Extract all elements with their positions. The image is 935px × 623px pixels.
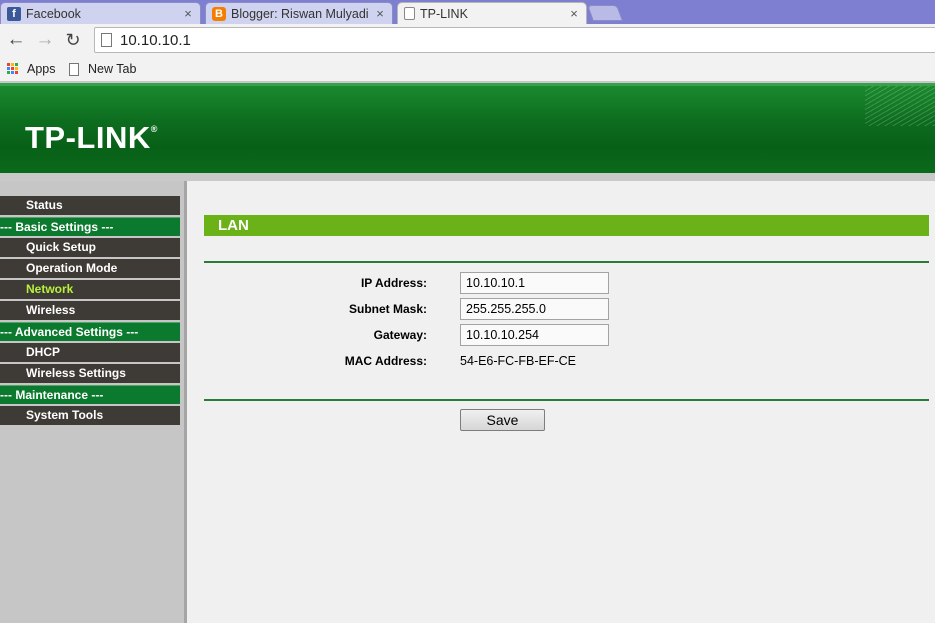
main-content: LAN IP Address: Subnet Mask: Gateway: MA…	[187, 181, 935, 623]
sidebar-item-system-tools[interactable]: System Tools	[0, 406, 180, 425]
facebook-icon: f	[7, 6, 21, 21]
forward-arrow-icon[interactable]: →	[34, 29, 56, 51]
sidebar-group-advanced-settings[interactable]: --- Advanced Settings ---	[0, 322, 180, 341]
close-icon[interactable]: ×	[372, 6, 388, 21]
divider	[204, 261, 929, 263]
registered-mark: ®	[150, 124, 158, 134]
browser-toolbar: ← → ↻ 10.10.10.1	[0, 24, 935, 58]
sidebar-item-wireless[interactable]: Wireless	[0, 301, 180, 320]
page-icon	[69, 62, 79, 76]
banner-decoration	[865, 86, 935, 126]
mac-address-label: MAC Address:	[344, 354, 427, 368]
mac-address-value: 54-E6-FC-FB-EF-CE	[460, 354, 576, 368]
tab-facebook[interactable]: f Facebook ×	[0, 2, 201, 24]
subnet-mask-input[interactable]	[460, 298, 609, 320]
sidebar-group-basic-settings[interactable]: --- Basic Settings ---	[0, 217, 180, 236]
header-banner: TP-LINK®	[0, 83, 935, 173]
tp-link-logo: TP-LINK®	[25, 120, 158, 156]
save-button[interactable]: Save	[460, 409, 545, 431]
back-arrow-icon[interactable]: ←	[5, 29, 27, 51]
router-page: TP-LINK® Status --- Basic Settings --- Q…	[0, 83, 935, 623]
bookmark-label: Apps	[27, 62, 56, 76]
close-icon[interactable]: ×	[566, 6, 582, 21]
tab-label: Facebook	[26, 6, 81, 21]
sidebar-item-wireless-settings[interactable]: Wireless Settings	[0, 364, 180, 383]
section-title: LAN	[204, 215, 929, 236]
tab-blogger[interactable]: B Blogger: Riswan Mulyadi - ×	[205, 2, 393, 24]
tab-strip: f Facebook × B Blogger: Riswan Mulyadi -…	[0, 0, 935, 24]
page-icon	[404, 7, 415, 20]
bookmark-label: New Tab	[88, 62, 137, 76]
tab-label: Blogger: Riswan Mulyadi -	[231, 6, 372, 21]
bookmarks-bar: Apps New Tab	[0, 58, 935, 82]
tab-label: TP-LINK	[420, 6, 468, 21]
sidebar-item-operation-mode[interactable]: Operation Mode	[0, 259, 180, 278]
logo-text: TP-LINK	[25, 120, 151, 155]
sidebar-item-quick-setup[interactable]: Quick Setup	[0, 238, 180, 257]
gateway-input[interactable]	[460, 324, 609, 346]
close-icon[interactable]: ×	[180, 6, 196, 21]
page-icon	[101, 33, 112, 47]
apps-grid-icon	[7, 63, 19, 75]
reload-icon[interactable]: ↻	[62, 29, 84, 51]
bookmark-apps[interactable]: Apps	[7, 62, 56, 76]
divider	[204, 399, 929, 401]
gateway-label: Gateway:	[373, 328, 427, 342]
sidebar-item-dhcp[interactable]: DHCP	[0, 343, 180, 362]
ip-address-label: IP Address:	[360, 276, 427, 290]
bookmark-new-tab[interactable]: New Tab	[69, 62, 136, 76]
address-bar[interactable]: 10.10.10.1	[94, 27, 935, 53]
sidebar-menu: Status --- Basic Settings --- Quick Setu…	[0, 181, 187, 623]
new-tab-button[interactable]	[587, 5, 623, 21]
blogger-icon: B	[212, 6, 226, 21]
address-url: 10.10.10.1	[120, 31, 191, 49]
sidebar-item-status[interactable]: Status	[0, 196, 180, 215]
subnet-mask-label: Subnet Mask:	[348, 302, 427, 316]
sidebar-item-network[interactable]: Network	[0, 280, 180, 299]
sidebar-group-maintenance[interactable]: --- Maintenance ---	[0, 385, 180, 404]
ip-address-input[interactable]	[460, 272, 609, 294]
tab-tp-link[interactable]: TP-LINK ×	[397, 2, 587, 24]
